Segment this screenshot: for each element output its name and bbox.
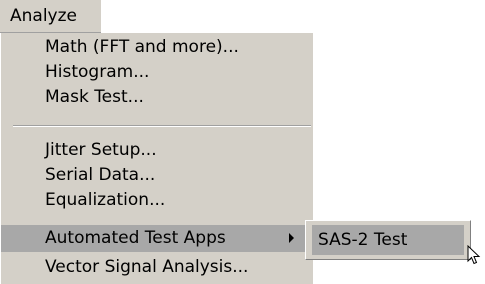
analyze-dropdown-menu: Math (FFT and more)... Histogram... Mask…	[0, 33, 313, 284]
menu-item-vector-signal-analysis[interactable]: Vector Signal Analysis...	[1, 255, 313, 280]
menu-item-automated-test-apps[interactable]: Automated Test Apps	[1, 225, 313, 252]
menu-item-label: Math (FFT and more)...	[45, 37, 239, 57]
menu-item-histogram[interactable]: Histogram...	[1, 60, 313, 85]
menu-item-label: Vector Signal Analysis...	[45, 257, 249, 277]
submenu-item-label: SAS-2 Test	[318, 230, 408, 250]
menu-item-label: Serial Data...	[45, 165, 156, 185]
menu-item-jitter-setup[interactable]: Jitter Setup...	[1, 138, 313, 163]
chevron-right-icon	[289, 233, 294, 243]
menu-item-math[interactable]: Math (FFT and more)...	[1, 35, 313, 60]
menu-item-label: Equalization...	[45, 190, 166, 210]
submenu-item-sas2-test[interactable]: SAS-2 Test	[312, 225, 464, 255]
menu-item-label: Jitter Setup...	[45, 140, 157, 160]
mouse-pointer-icon	[467, 245, 481, 265]
menu-analyze-label: Analyze	[10, 6, 77, 26]
menu-item-equalization[interactable]: Equalization...	[1, 188, 313, 213]
menu-separator	[13, 125, 311, 127]
menu-item-label: Histogram...	[45, 62, 150, 82]
menu-item-serial-data[interactable]: Serial Data...	[1, 163, 313, 188]
menu-analyze[interactable]: Analyze	[0, 0, 101, 33]
menu-item-mask-test[interactable]: Mask Test...	[1, 85, 313, 110]
automated-test-apps-submenu: SAS-2 Test	[305, 220, 471, 260]
menu-item-label: Automated Test Apps	[45, 228, 226, 248]
menu-item-label: Mask Test...	[45, 87, 144, 107]
